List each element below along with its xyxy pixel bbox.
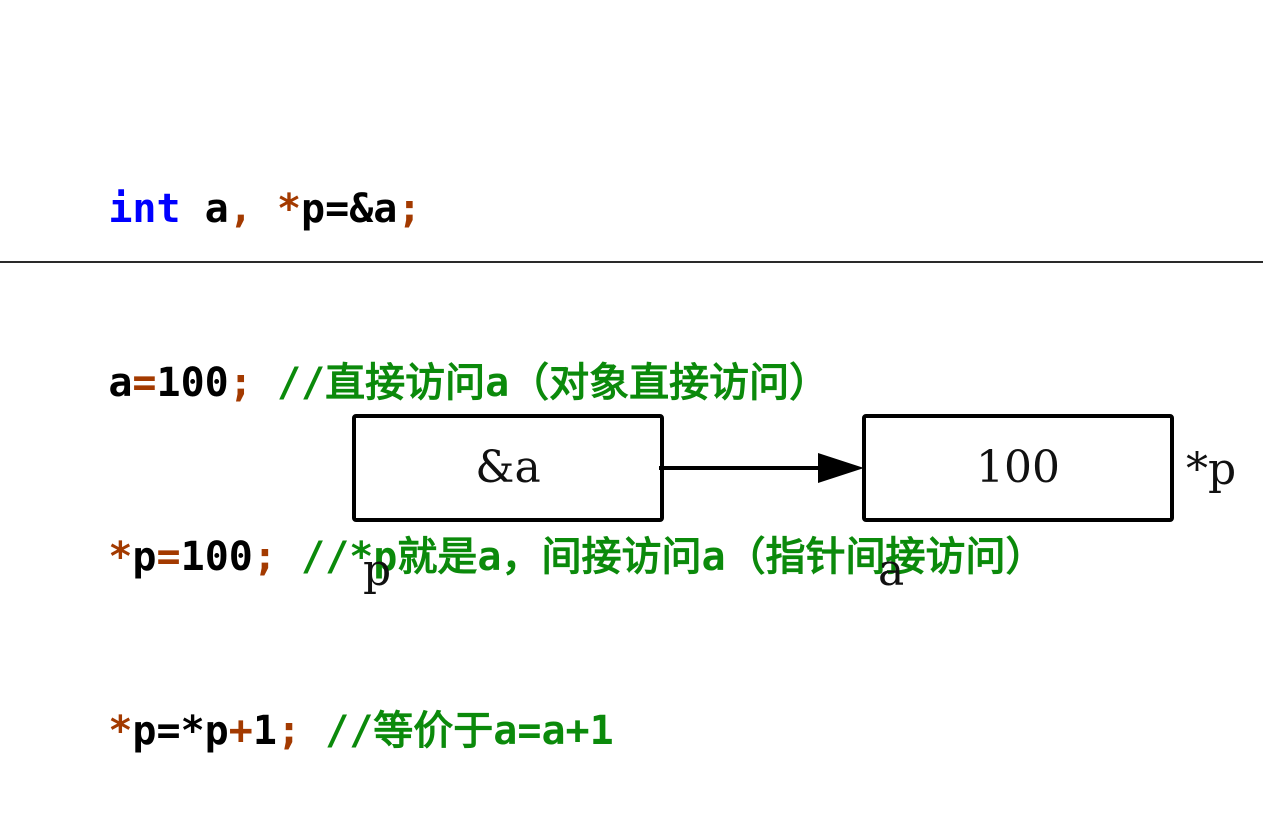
code-token: * [108,708,133,754]
pointer-name-label: p [363,545,391,596]
code-line-4: *p=*p+1; //等价于a=a+1 [12,644,1046,754]
code-token: ; [276,708,302,754]
code-comment: //等价于a=a+1 [301,708,614,754]
code-token: 1 [252,708,277,754]
pointer-arrow-head [818,453,864,483]
target-name-label: a [878,545,904,596]
target-alias-label: *p [1186,444,1236,495]
code-token: p=*p [132,708,229,754]
target-box-value: 100 [976,442,1060,493]
code-token: + [228,708,253,754]
pointer-diagram: &a 100 *p p a [352,414,1236,596]
pointer-box-value: &a [475,442,540,493]
